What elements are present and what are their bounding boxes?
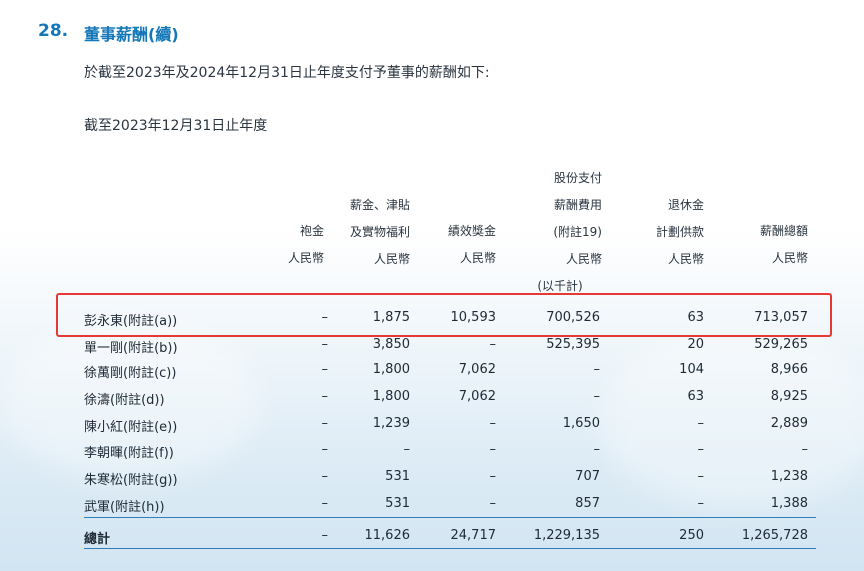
cell-total: – <box>801 442 809 457</box>
cell-pension: 63 <box>687 389 704 404</box>
cell-bonus: 7,062 <box>458 362 496 377</box>
period-subtitle: 截至2023年12月31日止年度 <box>84 118 268 134</box>
section-title: 董事薪酬(續) <box>84 25 179 44</box>
cell-salary: 3,850 <box>372 337 410 352</box>
cell-pension: – <box>697 442 705 457</box>
cell-pension: 250 <box>679 528 704 543</box>
cell-pension: – <box>697 496 705 511</box>
background-cloud <box>560 20 864 140</box>
table-row: 陳小紅(附註(e)) – 1,239 – 1,650 – 2,889 <box>84 411 808 437</box>
total-top-rule <box>84 517 816 518</box>
director-name: 李朝暉(附註(f)) <box>84 446 174 461</box>
table-row: 李朝暉(附註(f)) – – – – – – <box>84 437 808 463</box>
cell-share-payment: 707 <box>575 469 600 484</box>
director-name: 徐濤(附註(d)) <box>84 393 165 408</box>
cell-fees: – <box>321 496 329 511</box>
cell-fees: – <box>321 416 329 431</box>
cell-share-payment: 525,395 <box>546 337 600 352</box>
cell-total: 8,966 <box>770 362 808 377</box>
cell-fees: – <box>321 442 329 457</box>
cell-total: 1,265,728 <box>741 528 808 543</box>
table-row: 徐萬剛(附註(c)) – 1,800 7,062 – 104 8,966 <box>84 357 808 383</box>
total-bottom-rule <box>84 548 816 549</box>
header-bonus: 績效獎金 人民幣 <box>447 224 496 265</box>
total-row: 總計 – 11,626 24,717 1,229,135 250 1,265,7… <box>84 523 808 549</box>
cell-total: 2,889 <box>770 416 808 431</box>
header-salary: 薪金、津貼 及實物福利 人民幣 <box>349 198 410 266</box>
cell-fees: – <box>321 362 329 377</box>
header-pension: 退休金 計劃供款 人民幣 <box>655 198 704 266</box>
cell-pension: 104 <box>679 362 704 377</box>
cell-fees: – <box>321 389 329 404</box>
cell-fees: – <box>321 528 329 543</box>
cell-pension: – <box>697 469 705 484</box>
cell-bonus: – <box>489 442 497 457</box>
cell-share-payment: 1,650 <box>562 416 600 431</box>
cell-total: 1,388 <box>770 496 808 511</box>
cell-salary: – <box>403 442 411 457</box>
cell-total: 8,925 <box>770 389 808 404</box>
header-fees: 袍金 人民幣 <box>287 224 324 265</box>
cell-share-payment: – <box>593 362 601 377</box>
director-name: 陳小紅(附註(e)) <box>84 420 178 435</box>
cell-bonus: – <box>489 496 497 511</box>
cell-total: 529,265 <box>754 337 808 352</box>
total-label: 總計 <box>84 532 111 547</box>
cell-bonus: 7,062 <box>458 389 496 404</box>
table-row: 武軍(附註(h)) – 531 – 857 – 1,388 <box>84 491 808 517</box>
cell-share-payment: – <box>593 389 601 404</box>
director-name: 單一剛(附註(b)) <box>84 341 178 356</box>
cell-share-payment: 857 <box>575 496 600 511</box>
cell-pension: 20 <box>687 337 704 352</box>
cell-bonus: – <box>489 337 497 352</box>
section-number: 28. <box>38 21 69 41</box>
cell-share-payment: – <box>593 442 601 457</box>
header-total: 薪酬總額 人民幣 <box>759 224 808 265</box>
table-row: 徐濤(附註(d)) – 1,800 7,062 – 63 8,925 <box>84 384 808 410</box>
cell-salary: 1,800 <box>372 362 410 377</box>
cell-salary: 531 <box>385 496 410 511</box>
director-name: 徐萬剛(附註(c)) <box>84 366 177 381</box>
table-row: 朱寒松(附註(g)) – 531 – 707 – 1,238 <box>84 464 808 490</box>
intro-text: 於截至2023年及2024年12月31日止年度支付予董事的薪酬如下: <box>84 65 490 81</box>
cell-salary: 11,626 <box>364 528 411 543</box>
header-share-payment: 股份支付 薪酬費用 (附註19) 人民幣 (以千計) <box>537 171 602 293</box>
cell-pension: – <box>697 416 705 431</box>
cell-salary: 1,800 <box>372 389 410 404</box>
director-name: 朱寒松(附註(g)) <box>84 473 178 488</box>
director-name: 武軍(附註(h)) <box>84 500 165 515</box>
highlight-box <box>56 293 832 337</box>
cell-salary: 531 <box>385 469 410 484</box>
cell-total: 1,238 <box>770 469 808 484</box>
cell-fees: – <box>321 337 329 352</box>
cell-salary: 1,239 <box>372 416 410 431</box>
cell-bonus: 24,717 <box>450 528 497 543</box>
cell-bonus: – <box>489 469 497 484</box>
cell-bonus: – <box>489 416 497 431</box>
cell-share-payment: 1,229,135 <box>533 528 600 543</box>
cell-fees: – <box>321 469 329 484</box>
